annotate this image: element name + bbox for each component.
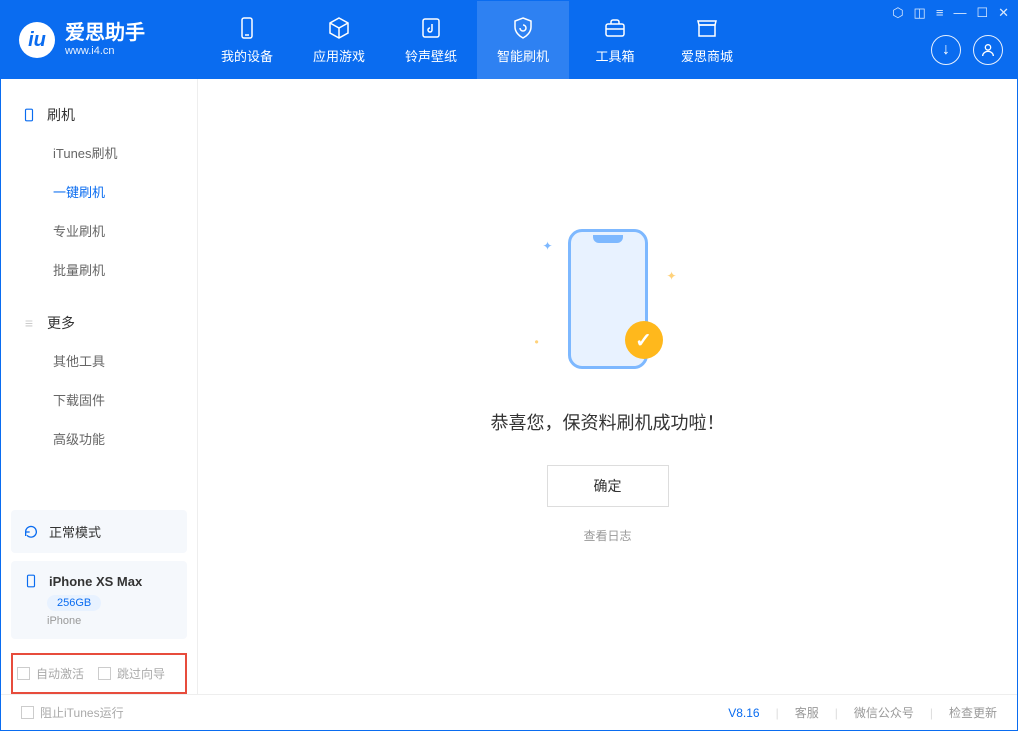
device-info-box[interactable]: iPhone XS Max 256GB iPhone [11,561,187,639]
main-content: ✦ ✦ • ✓ 恭喜您，保资料刷机成功啦！ 确定 查看日志 [198,79,1017,694]
shield-refresh-icon [511,16,535,40]
toolbox-icon [603,16,627,40]
header: iu 爱思助手 www.i4.cn 我的设备 应用游戏 铃声壁纸 智能刷机 工具… [1,1,1017,79]
logo-url: www.i4.cn [65,45,145,58]
wechat-link[interactable]: 微信公众号 [854,704,914,721]
check-update-link[interactable]: 检查更新 [949,704,997,721]
version-label: V8.16 [728,706,759,720]
customer-service-link[interactable]: 客服 [795,704,819,721]
auto-activate-checkbox[interactable]: 自动激活 [17,665,84,682]
sidebar-item-pro-flash[interactable]: 专业刷机 [1,211,197,250]
tab-store[interactable]: 爱思商城 [661,1,753,79]
tab-ringtones[interactable]: 铃声壁纸 [385,1,477,79]
window-controls: ⬡ ◫ ≡ — ☐ ✕ [892,5,1009,21]
cube-icon [327,16,351,40]
window-icon[interactable]: ◫ [914,5,926,21]
check-badge-icon: ✓ [625,321,663,359]
menu-icon[interactable]: ≡ [936,5,944,21]
device-type: iPhone [47,615,175,627]
sidebar-item-download-firmware[interactable]: 下载固件 [1,380,197,419]
phone-small-icon [21,107,37,123]
music-file-icon [419,16,443,40]
maximize-button[interactable]: ☐ [976,5,988,21]
sidebar-item-one-click-flash[interactable]: 一键刷机 [1,172,197,211]
skip-guide-checkbox[interactable]: 跳过向导 [98,665,165,682]
device-mode-box[interactable]: 正常模式 [11,510,187,553]
sidebar-item-itunes-flash[interactable]: iTunes刷机 [1,133,197,172]
sidebar: 刷机 iTunes刷机 一键刷机 专业刷机 批量刷机 ≡ 更多 其他工具 下载固… [1,79,198,694]
device-icon [235,16,259,40]
footer: 阻止iTunes运行 V8.16 | 客服 | 微信公众号 | 检查更新 [1,694,1017,730]
block-itunes-checkbox[interactable]: 阻止iTunes运行 [21,704,124,721]
body-area: 刷机 iTunes刷机 一键刷机 专业刷机 批量刷机 ≡ 更多 其他工具 下载固… [1,79,1017,694]
store-icon [695,16,719,40]
storage-badge: 256GB [47,595,101,611]
device-name: iPhone XS Max [49,574,142,589]
sidebar-item-batch-flash[interactable]: 批量刷机 [1,250,197,289]
section-more: ≡ 更多 [1,305,197,341]
view-log-link[interactable]: 查看日志 [583,527,631,544]
ok-button[interactable]: 确定 [547,465,669,507]
main-tabs: 我的设备 应用游戏 铃声壁纸 智能刷机 工具箱 爱思商城 [201,1,753,79]
logo-title: 爱思助手 [65,21,145,45]
list-icon: ≡ [21,315,37,331]
header-right-icons: ↓ [931,35,1003,65]
logo-area: iu 爱思助手 www.i4.cn [1,21,201,58]
user-icon[interactable] [973,35,1003,65]
success-illustration: ✦ ✦ • ✓ [553,229,663,379]
tab-my-device[interactable]: 我的设备 [201,1,293,79]
section-flash: 刷机 [1,97,197,133]
logo-text: 爱思助手 www.i4.cn [65,21,145,58]
logo-icon: iu [19,22,55,58]
tab-apps[interactable]: 应用游戏 [293,1,385,79]
close-button[interactable]: ✕ [998,5,1009,21]
tab-flash[interactable]: 智能刷机 [477,1,569,79]
download-icon[interactable]: ↓ [931,35,961,65]
minimize-button[interactable]: — [953,5,966,21]
shirt-icon[interactable]: ⬡ [892,5,903,21]
checkbox-row-highlighted: 自动激活 跳过向导 [11,653,187,694]
tab-toolbox[interactable]: 工具箱 [569,1,661,79]
sidebar-item-advanced[interactable]: 高级功能 [1,419,197,458]
phone-device-icon [23,573,39,589]
refresh-icon [23,524,39,540]
sidebar-item-other-tools[interactable]: 其他工具 [1,341,197,380]
success-message: 恭喜您，保资料刷机成功啦！ [491,409,725,435]
